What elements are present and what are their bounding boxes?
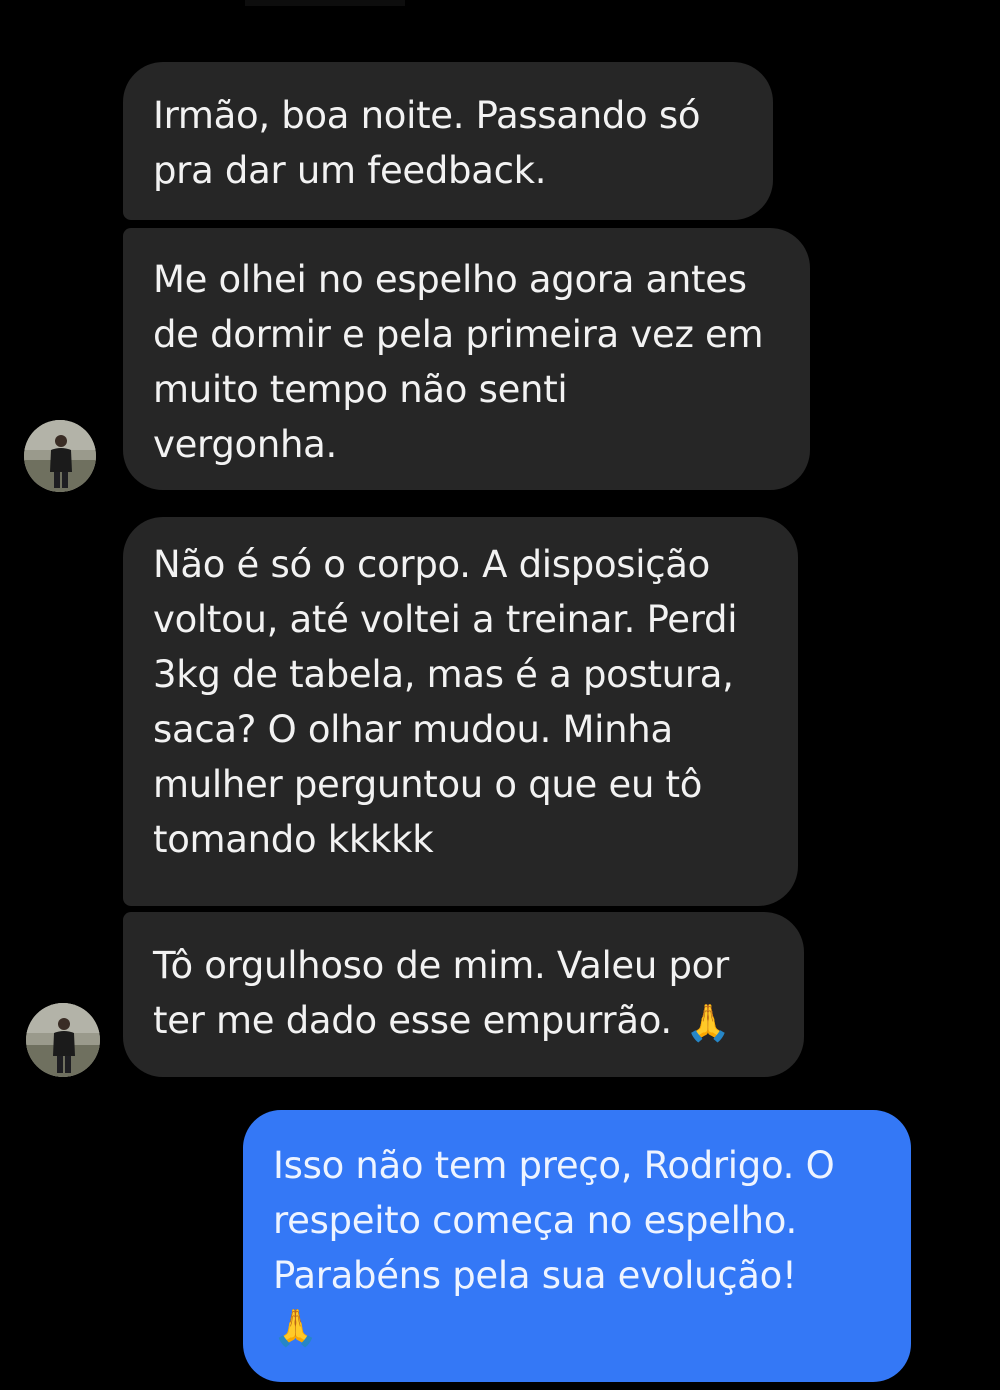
message-bubble-incoming[interactable]: Me olhei no espelho agora antes de dormi… — [123, 228, 810, 490]
message-bubble-incoming[interactable]: Tô orgulhoso de mim. Valeu por ter me da… — [123, 912, 804, 1077]
message-text: Irmão, boa noite. Passando só pra dar um… — [153, 94, 701, 192]
message-text: Não é só o corpo. A disposição voltou, a… — [153, 543, 738, 861]
avatar-photo-icon — [26, 1003, 100, 1077]
message-text: Tô orgulhoso de mim. Valeu por ter me da… — [153, 944, 729, 1042]
message-text: Isso não tem preço, Rodrigo. O respeito … — [273, 1144, 835, 1297]
top-bar-remnant — [245, 0, 405, 6]
message-bubble-outgoing[interactable]: Isso não tem preço, Rodrigo. O respeito … — [243, 1110, 911, 1382]
folded-hands-emoji-icon: 🙏 — [273, 1308, 318, 1349]
folded-hands-emoji-icon: 🙏 — [685, 1003, 731, 1044]
contact-avatar[interactable] — [24, 420, 96, 492]
message-bubble-incoming[interactable]: Não é só o corpo. A disposição voltou, a… — [123, 517, 798, 906]
avatar-photo-icon — [24, 420, 96, 492]
message-bubble-incoming[interactable]: Irmão, boa noite. Passando só pra dar um… — [123, 62, 773, 220]
contact-avatar[interactable] — [26, 1003, 100, 1077]
message-text: Me olhei no espelho agora antes de dormi… — [153, 258, 764, 466]
